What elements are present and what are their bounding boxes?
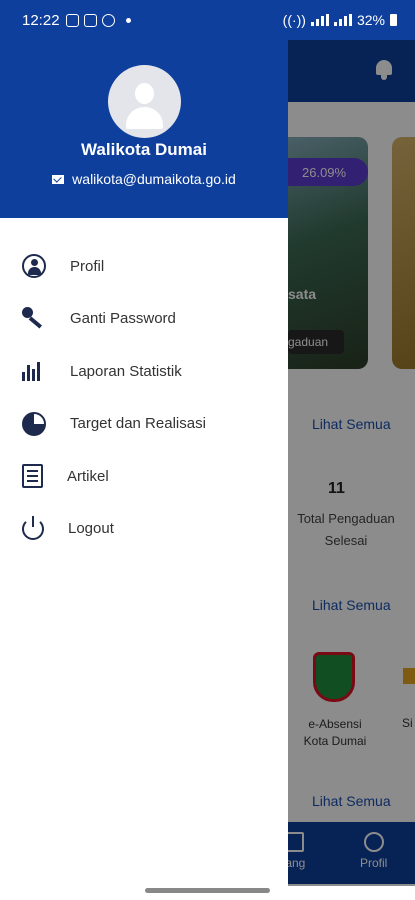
power-icon [22,515,44,540]
user-email-row: walikota@dumaikota.go.id [0,171,288,187]
status-time: 12:22 [22,11,60,29]
user-circle-icon [22,254,46,279]
menu-label: Artikel [67,467,109,485]
menu-item-artikel[interactable]: Artikel [0,450,288,503]
signal-icon [310,14,329,26]
system-icons: ((·)) 32% [283,12,397,28]
menu-label: Target dan Realisasi [70,415,206,433]
gallery-icon [65,13,79,27]
pie-chart-icon [22,411,46,436]
menu-item-target-realisasi[interactable]: Target dan Realisasi [0,398,288,451]
drawer-header: Walikota Dumai walikota@dumaikota.go.id [0,40,288,218]
user-email: walikota@dumaikota.go.id [72,171,236,187]
notification-icons [65,13,131,27]
drawer-menu: Profil Ganti Password Laporan Statistik … [0,240,288,555]
menu-item-profil[interactable]: Profil [0,240,288,293]
menu-item-logout[interactable]: Logout [0,503,288,556]
menu-label: Laporan Statistik [70,362,182,380]
status-bar: 12:22 ((·)) 32% [0,0,415,40]
menu-label: Logout [68,520,114,538]
menu-item-laporan-statistik[interactable]: Laporan Statistik [0,345,288,398]
instagram-icon [83,13,97,27]
user-name: Walikota Dumai [81,140,207,159]
more-notifications-icon [125,17,131,23]
article-icon [22,464,43,489]
battery-text: 32% [356,12,385,28]
avatar[interactable] [108,65,181,138]
signal-icon-2 [333,14,352,26]
navigation-drawer: Walikota Dumai walikota@dumaikota.go.id … [0,40,288,886]
menu-label: Ganti Password [70,310,176,328]
hotspot-icon: ((·)) [282,12,306,28]
whatsapp-icon [101,13,115,27]
menu-label: Profil [70,257,105,275]
battery-icon [390,14,397,26]
mail-icon [52,174,65,184]
key-icon [22,306,46,331]
home-indicator[interactable] [145,888,270,893]
bar-chart-icon [22,359,46,383]
menu-item-ganti-password[interactable]: Ganti Password [0,293,288,346]
